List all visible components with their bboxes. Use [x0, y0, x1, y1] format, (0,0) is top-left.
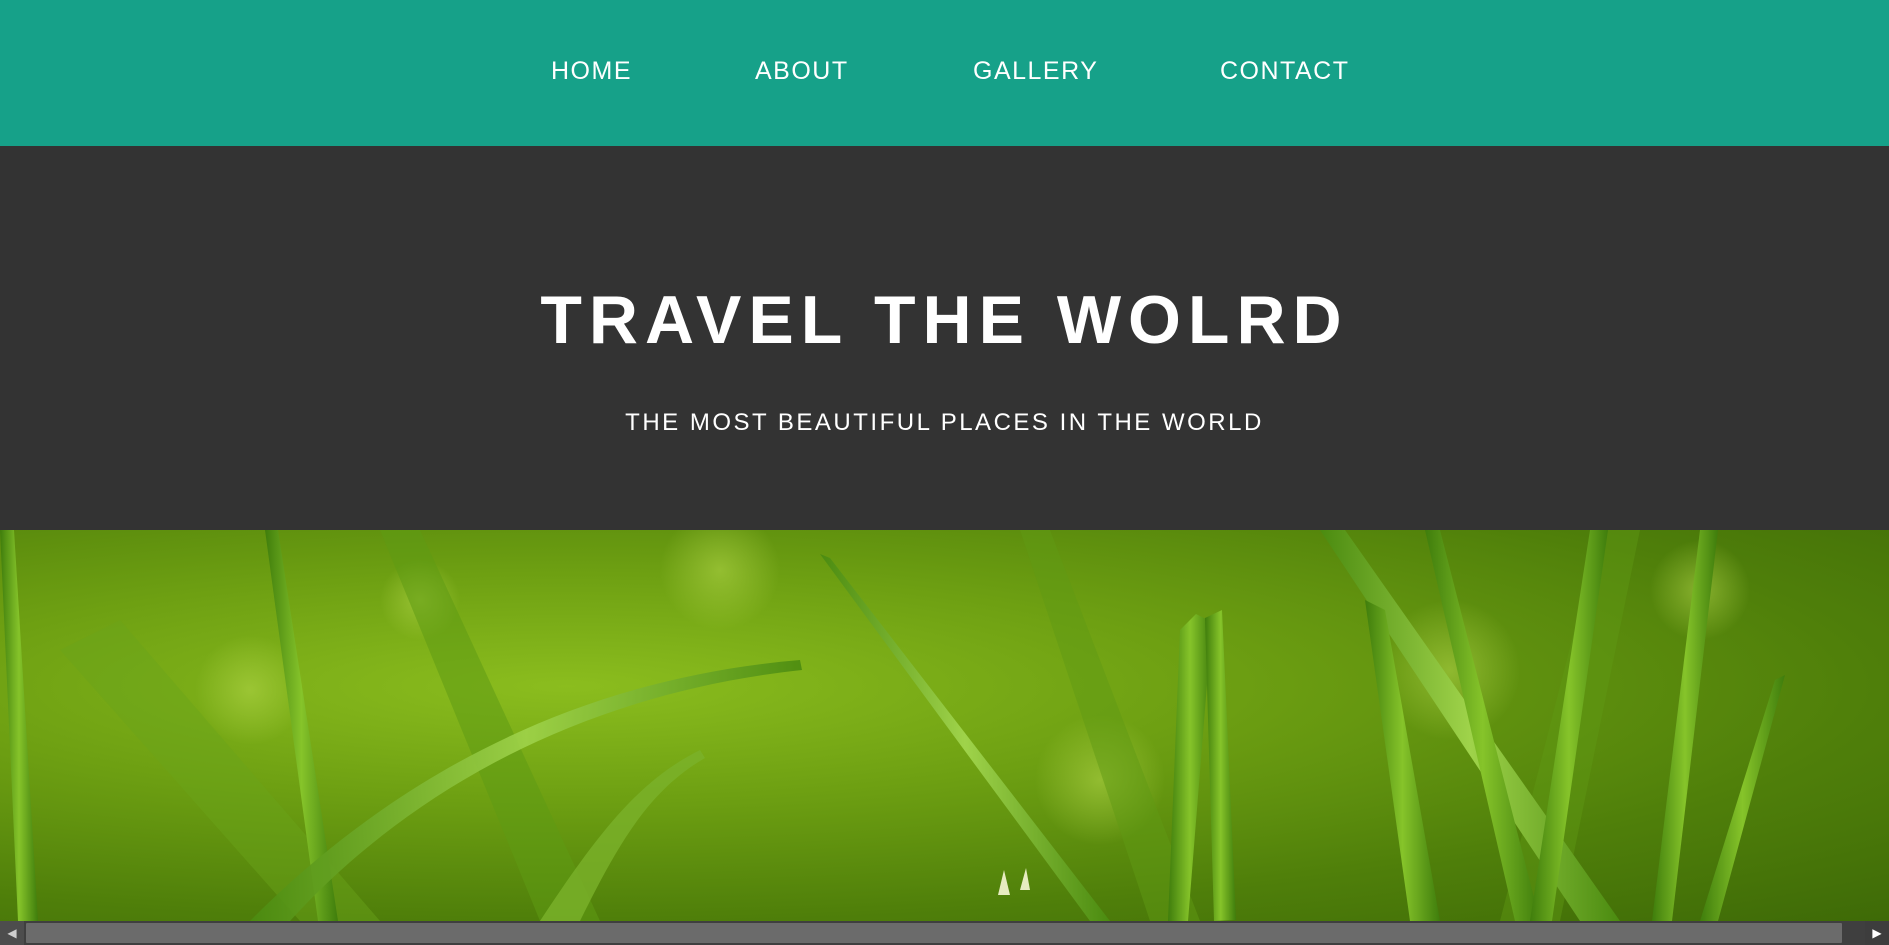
arrow-right-icon[interactable]: ▶ — [1865, 921, 1889, 945]
hero-section: TRAVEL THE WOLRD THE MOST BEAUTIFUL PLAC… — [0, 146, 1889, 530]
horizontal-scrollbar[interactable]: ◀ ▶ — [0, 921, 1889, 945]
arrow-left-icon[interactable]: ◀ — [0, 921, 24, 945]
nav-link-home[interactable]: HOME — [551, 56, 632, 86]
page: HOME ABOUT GALLERY CONTACT TRAVEL THE WO… — [0, 0, 1889, 945]
hero-title: TRAVEL THE WOLRD — [540, 282, 1349, 358]
nav-link-gallery[interactable]: GALLERY — [973, 56, 1098, 86]
top-navbar: HOME ABOUT GALLERY CONTACT — [0, 0, 1889, 146]
grass-illustration — [0, 530, 1785, 921]
scrollbar-track[interactable] — [24, 921, 1865, 945]
grass-banner-image — [0, 530, 1889, 921]
scrollbar-thumb[interactable] — [26, 923, 1842, 943]
hero-subtitle: THE MOST BEAUTIFUL PLACES IN THE WORLD — [625, 409, 1264, 436]
nav-link-contact[interactable]: CONTACT — [1220, 56, 1349, 86]
nav-link-about[interactable]: ABOUT — [755, 56, 849, 86]
